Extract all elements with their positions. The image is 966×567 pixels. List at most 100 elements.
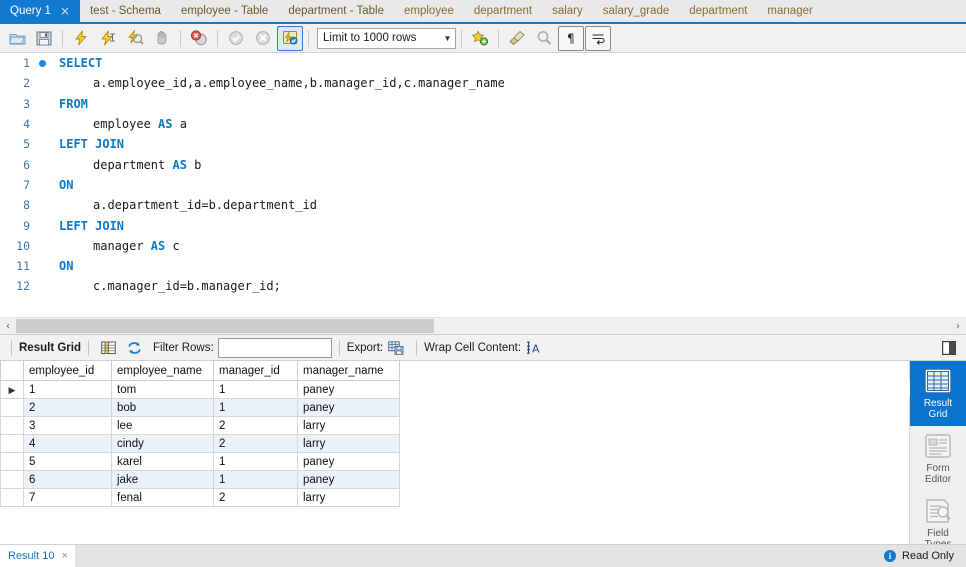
table-cell[interactable]: larry xyxy=(297,434,400,453)
editor-tab-salary-grade[interactable]: salary_grade xyxy=(592,0,680,22)
table-cell[interactable]: 2 xyxy=(213,488,298,507)
table-cell[interactable]: 7 xyxy=(23,488,112,507)
table-cell[interactable]: jake xyxy=(111,470,214,489)
table-row[interactable]: 4 cindy 2 larry xyxy=(0,434,400,453)
explain-query-icon[interactable] xyxy=(122,26,148,51)
table-cell[interactable]: 1 xyxy=(213,452,298,471)
table-cell[interactable]: 3 xyxy=(23,416,112,435)
table-cell[interactable]: tom xyxy=(111,380,214,399)
editor-tab-department[interactable]: department xyxy=(463,0,543,22)
wrap-cell-content-icon[interactable]: A xyxy=(521,335,547,360)
result-grid[interactable]: employee_id employee_name manager_id manage… xyxy=(0,361,909,544)
editor-tab-salary[interactable]: salary xyxy=(542,0,593,22)
table-row[interactable]: 6 jake 1 paney xyxy=(0,470,400,489)
commit-icon[interactable] xyxy=(223,26,249,51)
table-cell[interactable]: 1 xyxy=(23,380,112,399)
find-icon[interactable] xyxy=(531,26,557,51)
table-cell[interactable]: fenal xyxy=(111,488,214,507)
row-header-cell[interactable] xyxy=(0,488,24,507)
table-cell[interactable]: larry xyxy=(297,488,400,507)
execute-current-statement-icon[interactable] xyxy=(95,26,121,51)
grid-corner-cell[interactable] xyxy=(0,361,24,381)
refresh-icon[interactable] xyxy=(122,335,148,360)
table-cell[interactable]: paney xyxy=(297,380,400,399)
table-cell[interactable]: 5 xyxy=(23,452,112,471)
editor-tab-department-table[interactable]: department - Table xyxy=(278,0,394,22)
scroll-left-icon[interactable]: ‹ xyxy=(0,321,16,332)
row-header-cell[interactable] xyxy=(0,434,24,453)
row-header-cell[interactable] xyxy=(0,452,24,471)
toggle-autocommit-icon[interactable] xyxy=(277,25,303,51)
row-header-cell[interactable] xyxy=(0,416,24,435)
row-header-cell[interactable]: ▶ xyxy=(0,380,24,399)
sql-text: a xyxy=(172,117,187,132)
show-invisible-chars-icon[interactable]: ¶ xyxy=(558,25,584,51)
editor-tab-query-1[interactable]: Query 1 × xyxy=(0,0,80,22)
save-script-icon[interactable] xyxy=(31,26,57,51)
table-cell[interactable]: paney xyxy=(297,470,400,489)
code-text: LEFT JOIN xyxy=(51,137,124,151)
wrap-lines-icon[interactable] xyxy=(585,25,611,51)
table-row[interactable]: ▶ 1 tom 1 paney xyxy=(0,380,400,399)
editor-tab-test-schema[interactable]: test - Schema xyxy=(79,0,171,22)
table-cell[interactable]: 2 xyxy=(213,434,298,453)
table-cell[interactable]: larry xyxy=(297,416,400,435)
beautify-query-icon[interactable] xyxy=(504,26,530,51)
table-cell[interactable]: bob xyxy=(111,398,214,417)
chevron-down-icon[interactable]: ▼ xyxy=(440,34,455,43)
row-header-cell[interactable] xyxy=(0,398,24,417)
rollback-icon[interactable] xyxy=(250,26,276,51)
toolbar-separator xyxy=(461,29,462,47)
table-cell[interactable]: 1 xyxy=(213,398,298,417)
table-cell[interactable]: 4 xyxy=(23,434,112,453)
table-cell[interactable]: 6 xyxy=(23,470,112,489)
scrollbar-thumb[interactable] xyxy=(16,319,434,333)
table-cell[interactable]: 1 xyxy=(213,380,298,399)
grid-view-icon[interactable] xyxy=(96,335,122,360)
row-limit-dropdown[interactable]: Limit to 1000 rows ▼ xyxy=(317,27,456,49)
table-cell[interactable]: 1 xyxy=(213,470,298,489)
table-row[interactable]: 7 fenal 2 larry xyxy=(0,488,400,507)
current-statement-dot-icon xyxy=(38,59,46,67)
export-recordset-icon[interactable] xyxy=(383,335,409,360)
table-cell[interactable]: paney xyxy=(297,398,400,417)
table-row[interactable]: 3 lee 2 larry xyxy=(0,416,400,435)
table-cell[interactable]: lee xyxy=(111,416,214,435)
column-header[interactable]: manager_name xyxy=(297,361,400,381)
table-cell[interactable]: 2 xyxy=(213,416,298,435)
table-cell[interactable]: paney xyxy=(297,452,400,471)
close-icon[interactable]: × xyxy=(61,550,67,562)
editor-tab-department[interactable]: department xyxy=(679,0,758,22)
editor-tab-employee-table[interactable]: employee - Table xyxy=(170,0,279,22)
editor-tab-employee[interactable]: employee xyxy=(394,0,464,22)
editor-tab-manager[interactable]: manager xyxy=(757,0,823,22)
execute-statement-icon[interactable] xyxy=(68,26,94,51)
side-panel-item-result-grid[interactable]: Result Grid xyxy=(902,361,966,426)
toggle-side-panel-icon[interactable] xyxy=(936,335,962,360)
editor-horizontal-scrollbar[interactable]: ‹ › xyxy=(0,317,966,334)
table-row[interactable]: 5 karel 1 paney xyxy=(0,452,400,471)
stop-query-icon[interactable] xyxy=(149,26,175,51)
filter-rows-input[interactable] xyxy=(217,337,332,358)
column-header[interactable]: employee_name xyxy=(111,361,214,381)
table-cell[interactable]: cindy xyxy=(111,434,214,453)
toggle-stop-on-error-icon[interactable] xyxy=(186,26,212,51)
table-header: employee_id employee_name manager_id manage… xyxy=(0,361,400,381)
line-number: 1 xyxy=(23,56,30,71)
close-icon[interactable]: × xyxy=(60,5,70,17)
scrollbar-track[interactable] xyxy=(16,319,950,333)
sql-editor[interactable]: 1 SELECT 2 a.employee_id,a.employee_name,b.… xyxy=(0,53,966,317)
table-cell[interactable]: 2 xyxy=(23,398,112,417)
result-set-tab[interactable]: Result 10 × xyxy=(0,545,75,567)
column-header[interactable]: employee_id xyxy=(23,361,112,381)
table-row[interactable]: 2 bob 1 paney xyxy=(0,398,400,417)
row-header-cell[interactable] xyxy=(0,470,24,489)
table-cell[interactable]: karel xyxy=(111,452,214,471)
open-script-icon[interactable] xyxy=(4,26,30,51)
line-number: 9 xyxy=(23,218,30,233)
column-header[interactable]: manager_id xyxy=(213,361,298,381)
add-snippet-icon[interactable] xyxy=(467,26,493,51)
tab-label: department xyxy=(473,5,533,17)
scroll-right-icon[interactable]: › xyxy=(950,321,966,332)
side-panel-item-form-editor[interactable]: Form Editor xyxy=(910,426,966,491)
